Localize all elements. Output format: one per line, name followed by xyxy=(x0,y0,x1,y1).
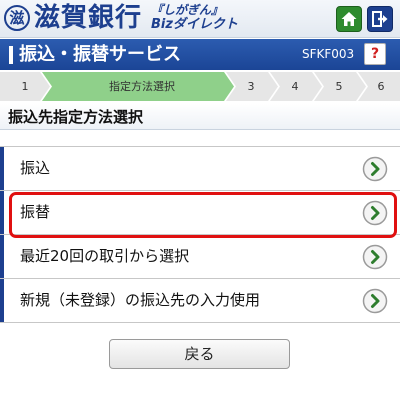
menu-item-accent xyxy=(0,279,4,322)
bank-logo-icon: 滋 xyxy=(4,5,30,31)
page-title: 振込・振替サービス xyxy=(19,44,181,65)
step-5: 5 xyxy=(335,80,343,93)
menu-item-label: 振替 xyxy=(20,203,51,221)
menu-item-accent xyxy=(0,235,4,278)
chevron-right-icon[interactable] xyxy=(362,244,388,270)
step-3: 3 xyxy=(247,80,255,93)
screen-id: SFKF003 xyxy=(302,47,355,61)
step-progress: 1 指定方法選択 3 4 5 6 xyxy=(0,72,400,101)
menu-item-new-payee[interactable]: 新規（未登録）の振込先の入力使用 xyxy=(0,278,400,322)
step-6: 6 xyxy=(377,80,385,93)
title-bar: 振込・振替サービス SFKF003 xyxy=(0,39,400,70)
menu-item-recent-transactions[interactable]: 最近20回の取引から選択 xyxy=(0,234,400,278)
step-2-current: 指定方法選択 xyxy=(109,80,175,93)
chevron-right-icon[interactable] xyxy=(362,200,388,226)
menu-bottom-divider xyxy=(0,322,400,323)
home-icon xyxy=(341,12,357,26)
menu-item-accent xyxy=(0,147,4,190)
menu-item-accent xyxy=(0,191,4,234)
help-icon: ? xyxy=(370,46,380,62)
chevron-right-icon[interactable] xyxy=(362,156,388,182)
bank-name: 滋賀銀行 xyxy=(34,3,143,33)
menu-item-label: 振込 xyxy=(20,159,51,177)
chevron-right-icon[interactable] xyxy=(362,288,388,314)
menu-item-label: 最近20回の取引から選択 xyxy=(20,247,190,265)
back-button[interactable]: 戻る xyxy=(109,339,290,369)
menu-item-label: 新規（未登録）の振込先の入力使用 xyxy=(20,291,261,309)
logout-icon xyxy=(372,11,388,27)
section-heading: 振込先指定方法選択 xyxy=(0,104,400,130)
menu-item-furikae[interactable]: 振替 xyxy=(0,190,400,234)
brand-bottom-text: Bizダイレクト xyxy=(151,17,238,32)
service-brand: 『しがぎん』 Bizダイレクト xyxy=(151,3,241,35)
home-button[interactable] xyxy=(336,6,362,32)
app-header: 滋 滋賀銀行 『しがぎん』 Bizダイレクト xyxy=(0,0,400,38)
logout-button[interactable] xyxy=(367,6,393,32)
step-1: 1 xyxy=(21,80,29,93)
help-button[interactable]: ? xyxy=(364,43,386,65)
brand-top-text: 『しがぎん』 xyxy=(151,3,224,17)
title-accent-bar xyxy=(9,46,13,64)
section-title: 振込先指定方法選択 xyxy=(8,108,144,126)
step-4: 4 xyxy=(291,80,299,93)
menu-item-furikomi[interactable]: 振込 xyxy=(0,146,400,190)
